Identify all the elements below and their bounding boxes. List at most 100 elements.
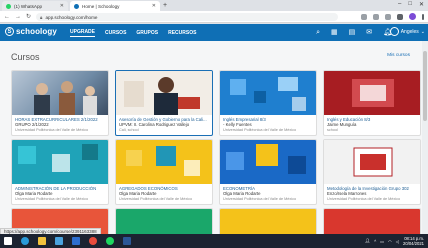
window-controls: – □ ✕ xyxy=(398,1,424,8)
scrollbar[interactable] xyxy=(422,41,428,234)
pattern-teal-icon xyxy=(18,144,98,172)
course-image xyxy=(12,140,108,184)
system-tray: 👤︎ ^ ▭ ◠ ◁ 08:14 p.m. 20/04/2021 xyxy=(365,236,424,246)
taskbar-apps xyxy=(0,237,131,245)
tab-title: (1) WhatsApp xyxy=(14,3,43,9)
profile-avatar[interactable] xyxy=(409,13,416,20)
tab-title: Home | Schoology xyxy=(82,3,120,9)
course-card[interactable]: Inglés y Educación 8/3 Jaime Munguía sch… xyxy=(323,70,421,137)
user-name: Angeles xyxy=(400,28,419,35)
course-school: Universidad Politécnica del Valle de Méx… xyxy=(119,196,193,201)
nav-cursos[interactable]: CURSOS xyxy=(105,30,126,36)
main-content: Cursos Mis cursos HORAS EXTRACURRICULARE… xyxy=(0,41,428,248)
chrome-icon[interactable] xyxy=(89,237,97,245)
windows-start-icon[interactable] xyxy=(4,237,12,245)
close-tab-icon[interactable]: ✕ xyxy=(60,3,64,9)
calendar-icon[interactable]: ▤ xyxy=(349,28,356,37)
header-icons: ⌕ ▦ ▤ ✉ 🔔︎ xyxy=(316,28,392,37)
store-icon[interactable] xyxy=(55,237,63,245)
brand-name: schoology xyxy=(16,27,57,36)
word-icon[interactable] xyxy=(123,237,131,245)
extension-icon[interactable] xyxy=(385,13,391,20)
course-card[interactable]: ECONOMETRÍA Olga Maria Rodarte Universid… xyxy=(219,139,317,206)
schoology-header: S schoology UPGRADE CURSOS GRUPOS RECURS… xyxy=(0,24,428,41)
course-image xyxy=(220,140,316,184)
all-courses-link[interactable]: Mis cursos xyxy=(387,53,410,58)
course-school: Universidad Politécnica del Valle de Méx… xyxy=(223,127,297,132)
course-image xyxy=(324,140,420,184)
course-card[interactable]: HORAS EXTRACURRICULARES 2/1/2022 GRUPO 2… xyxy=(11,70,109,137)
chevron-down-icon: ⌄ xyxy=(420,28,425,35)
tab-whatsapp[interactable]: (1) WhatsApp ✕ xyxy=(2,1,68,11)
whatsapp-favicon-icon xyxy=(6,3,11,9)
user-menu[interactable]: Angeles ⌄ xyxy=(389,27,425,36)
person-illustration-icon xyxy=(124,77,200,115)
course-school: Cali, school xyxy=(119,127,139,132)
university-logo-icon xyxy=(324,71,420,115)
course-image xyxy=(220,71,316,115)
nav-recursos[interactable]: RECURSOS xyxy=(168,30,196,36)
clock-date: 20/04/2021 xyxy=(403,241,424,246)
volume-icon[interactable]: ◁ xyxy=(396,239,399,244)
course-image xyxy=(116,71,212,115)
minimize-icon[interactable]: – xyxy=(398,1,401,8)
pattern-yellow-icon xyxy=(126,146,200,176)
close-tab-icon[interactable]: ✕ xyxy=(152,3,156,9)
course-school: Universidad Politécnica del Valle de Méx… xyxy=(327,196,401,201)
people-photo-icon xyxy=(34,81,97,115)
address-bar[interactable]: 🔒︎ app.schoology.com/home xyxy=(36,13,338,21)
course-card[interactable]: Metodología de la Investigación Grupo 30… xyxy=(323,139,421,206)
course-card[interactable]: Asesoría de Gestión y Gobierno para la C… xyxy=(115,70,213,137)
reload-icon[interactable]: ↻ xyxy=(26,13,31,21)
clock[interactable]: 08:14 p.m. 20/04/2021 xyxy=(403,236,424,246)
course-school: Universidad Politécnica del Valle de Méx… xyxy=(223,196,297,201)
course-school: Universidad Politécnica del Valle de Méx… xyxy=(15,196,89,201)
page-title: Cursos xyxy=(11,52,40,62)
wifi-icon[interactable]: ◠ xyxy=(388,239,392,244)
windows-taskbar: 👤︎ ^ ▭ ◠ ◁ 08:14 p.m. 20/04/2021 xyxy=(0,234,428,248)
apps-grid-icon[interactable]: ▦ xyxy=(331,28,338,37)
spotify-icon[interactable] xyxy=(106,237,114,245)
course-image xyxy=(324,71,420,115)
search-icon[interactable]: ⌕ xyxy=(316,28,320,37)
star-icon[interactable] xyxy=(373,13,379,20)
edge-icon[interactable] xyxy=(21,237,29,245)
chevron-up-icon[interactable]: ^ xyxy=(374,239,376,244)
pattern-blue-icon xyxy=(230,77,306,111)
schoology-logo[interactable]: S schoology xyxy=(5,27,57,36)
university-logo-icon xyxy=(353,147,393,177)
course-card[interactable]: Inglés Empresarial 8/3 - Kelly Fuentes U… xyxy=(219,70,317,137)
people-icon[interactable]: 👤︎ xyxy=(365,238,370,244)
pattern-blue-dark-icon xyxy=(226,144,306,174)
maximize-icon[interactable]: □ xyxy=(408,1,412,8)
puzzle-icon[interactable] xyxy=(397,13,403,20)
browser-toolbar: ← → ↻ 🔒︎ app.schoology.com/home xyxy=(0,11,428,23)
messages-icon[interactable]: ✉ xyxy=(366,28,372,37)
course-school: Universidad Politécnica del Valle de Méx… xyxy=(15,127,89,132)
lock-icon: 🔒︎ xyxy=(40,14,43,20)
url-text: app.schoology.com/home xyxy=(45,14,98,20)
close-icon[interactable]: ✕ xyxy=(419,1,424,8)
file-explorer-icon[interactable] xyxy=(38,237,46,245)
browser-tab-bar: (1) WhatsApp ✕ Home | Schoology ✕ + – □ … xyxy=(0,0,428,11)
mail-icon[interactable] xyxy=(72,237,80,245)
forward-icon[interactable]: → xyxy=(15,13,21,21)
navigation-buttons: ← → ↻ xyxy=(4,13,31,21)
course-school: school xyxy=(327,127,338,132)
course-card[interactable]: AGREGADOS ECONÓMICOS Olga Maria Rodarte … xyxy=(115,139,213,206)
nav-grupos[interactable]: GRUPOS xyxy=(136,30,158,36)
user-avatar xyxy=(389,27,399,36)
tab-schoology[interactable]: Home | Schoology ✕ xyxy=(70,1,160,11)
new-tab-button[interactable]: + xyxy=(163,2,167,10)
scrollbar-thumb[interactable] xyxy=(423,51,427,121)
plus-icon: + xyxy=(163,2,168,9)
key-icon[interactable] xyxy=(361,13,367,20)
course-image xyxy=(12,71,108,115)
back-icon[interactable]: ← xyxy=(4,13,10,21)
course-card[interactable]: ADMINISTRACIÓN DE LA PRODUCCIÓN Olga Mar… xyxy=(11,139,109,206)
menu-dots-icon[interactable] xyxy=(422,13,424,20)
nav-upgrade[interactable]: UPGRADE xyxy=(70,29,96,37)
main-nav: UPGRADE CURSOS GRUPOS RECURSOS xyxy=(70,24,196,41)
battery-icon[interactable]: ▭ xyxy=(380,239,384,244)
schoology-s-icon: S xyxy=(5,27,14,36)
